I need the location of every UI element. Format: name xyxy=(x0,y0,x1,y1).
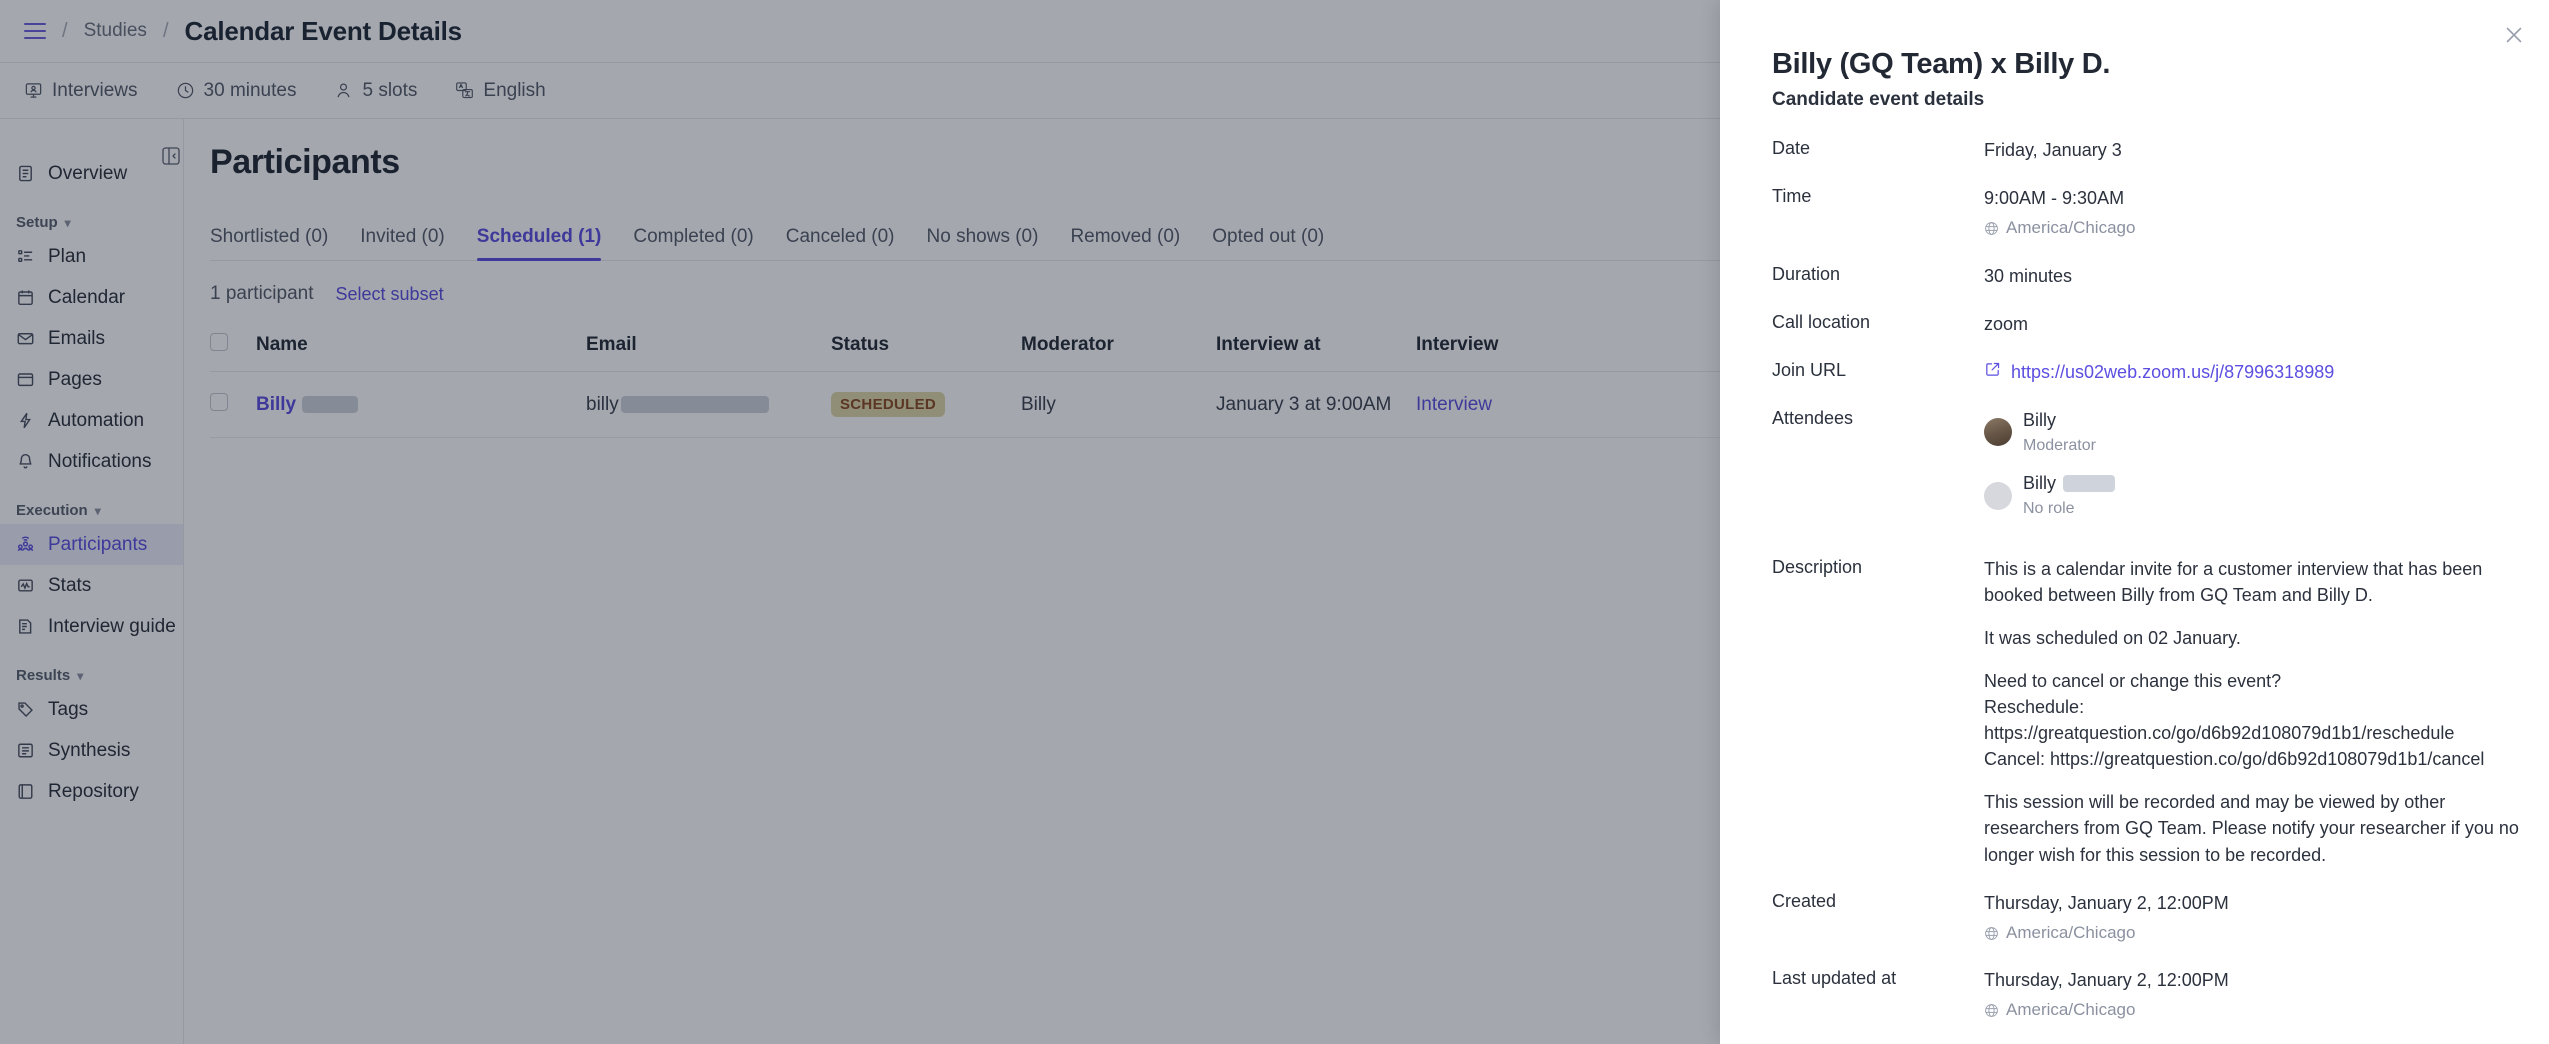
attendee-name: Billy xyxy=(2023,410,2057,431)
detail-row-created: Created Thursday, January 2, 12:00PM Ame… xyxy=(1772,890,2525,946)
avatar xyxy=(1984,418,2012,447)
call-location-value: zoom xyxy=(1984,313,2029,334)
attendee-role: Moderator xyxy=(2023,437,2096,455)
duration-label: Duration xyxy=(1772,263,1841,284)
description-paragraph: It was scheduled on 02 January. xyxy=(1984,627,2241,648)
last-updated-value-group: Thursday, January 2, 12:00PM America/Chi… xyxy=(1984,967,2525,1023)
time-value: 9:00AM - 9:30AM xyxy=(1984,188,2125,209)
panel-title: Billy (GQ Team) x Billy D. xyxy=(1772,48,2111,80)
attendee-role: No role xyxy=(2023,500,2075,518)
detail-row-description: Description This is a calendar invite fo… xyxy=(1772,556,2525,868)
last-updated-timezone-label: America/Chicago xyxy=(2006,1000,2136,1020)
attendee-name-group: Billy xyxy=(2023,470,2116,496)
description-paragraph: Need to cancel or change this event? Res… xyxy=(1984,670,2485,770)
date-value: Friday, January 3 xyxy=(1984,140,2122,160)
app-root: / Studies / Calendar Event Details Inter… xyxy=(0,0,2549,1044)
event-detail-list: Date Friday, January 3 Time 9:00AM - 9:3… xyxy=(1720,111,2549,1044)
avatar xyxy=(1984,481,2012,510)
modal-scrim[interactable] xyxy=(0,0,1720,1044)
created-timezone-label: America/Chicago xyxy=(2006,922,2136,942)
detail-row-call-location: Call location zoom xyxy=(1772,311,2525,337)
created-timezone: America/Chicago xyxy=(1984,921,2525,946)
time-timezone-label: America/Chicago xyxy=(2006,218,2136,238)
join-url-link[interactable]: https://us02web.zoom.us/j/87996318989 xyxy=(2011,359,2334,385)
detail-row-last-updated: Last updated at Thursday, January 2, 12:… xyxy=(1772,967,2525,1023)
join-url-label: Join URL xyxy=(1772,360,1847,381)
external-link-icon[interactable] xyxy=(1984,359,2001,385)
time-label: Time xyxy=(1772,186,1812,207)
attendee-name: Billy xyxy=(2023,473,2057,494)
description-paragraph: This session will be recorded and may be… xyxy=(1984,792,2519,865)
last-updated-value: Thursday, January 2, 12:00PM xyxy=(1984,970,2229,991)
join-url-value-group: https://us02web.zoom.us/j/87996318989 xyxy=(1984,359,2525,385)
globe-icon xyxy=(1984,1003,1999,1018)
detail-row-duration: Duration 30 minutes xyxy=(1772,263,2525,289)
last-updated-label: Last updated at xyxy=(1772,968,1897,989)
description-label: Description xyxy=(1772,556,1863,577)
last-updated-timezone: America/Chicago xyxy=(1984,998,2525,1023)
description-value: This is a calendar invite for a customer… xyxy=(1984,556,2525,868)
created-value: Thursday, January 2, 12:00PM xyxy=(1984,892,2229,913)
event-details-panel: Billy (GQ Team) x Billy D. Candidate eve… xyxy=(1720,0,2549,1044)
globe-icon xyxy=(1984,221,1999,236)
description-paragraph: This is a calendar invite for a customer… xyxy=(1984,558,2483,605)
redacted-attendee-surname xyxy=(2063,474,2116,492)
time-timezone: America/Chicago xyxy=(1984,216,2525,241)
attendee-item: Billy No role xyxy=(1984,470,2525,520)
call-location-label: Call location xyxy=(1772,311,1871,332)
duration-value: 30 minutes xyxy=(1984,265,2073,286)
close-icon[interactable] xyxy=(2501,22,2527,48)
detail-row-join-url: Join URL https://us02web.zoom.us/j/87996… xyxy=(1772,359,2525,385)
panel-subtitle: Candidate event details xyxy=(1772,89,1985,110)
date-label: Date xyxy=(1772,138,1811,158)
attendees-label: Attendees xyxy=(1772,408,1854,429)
created-value-group: Thursday, January 2, 12:00PM America/Chi… xyxy=(1984,890,2525,946)
detail-row-time: Time 9:00AM - 9:30AM America/Chicago xyxy=(1772,185,2525,241)
attendees-list: Billy Moderator Billy No role xyxy=(1984,407,2525,534)
panel-header: Billy (GQ Team) x Billy D. Candidate eve… xyxy=(1720,0,2549,111)
globe-icon xyxy=(1984,926,1999,941)
detail-row-attendees: Attendees Billy Moderator Billy No role xyxy=(1772,407,2525,534)
detail-row-date: Date Friday, January 3 xyxy=(1772,137,2525,163)
time-value-group: 9:00AM - 9:30AM America/Chicago xyxy=(1984,185,2525,241)
created-label: Created xyxy=(1772,890,1837,911)
attendee-item: Billy Moderator xyxy=(1984,407,2525,457)
